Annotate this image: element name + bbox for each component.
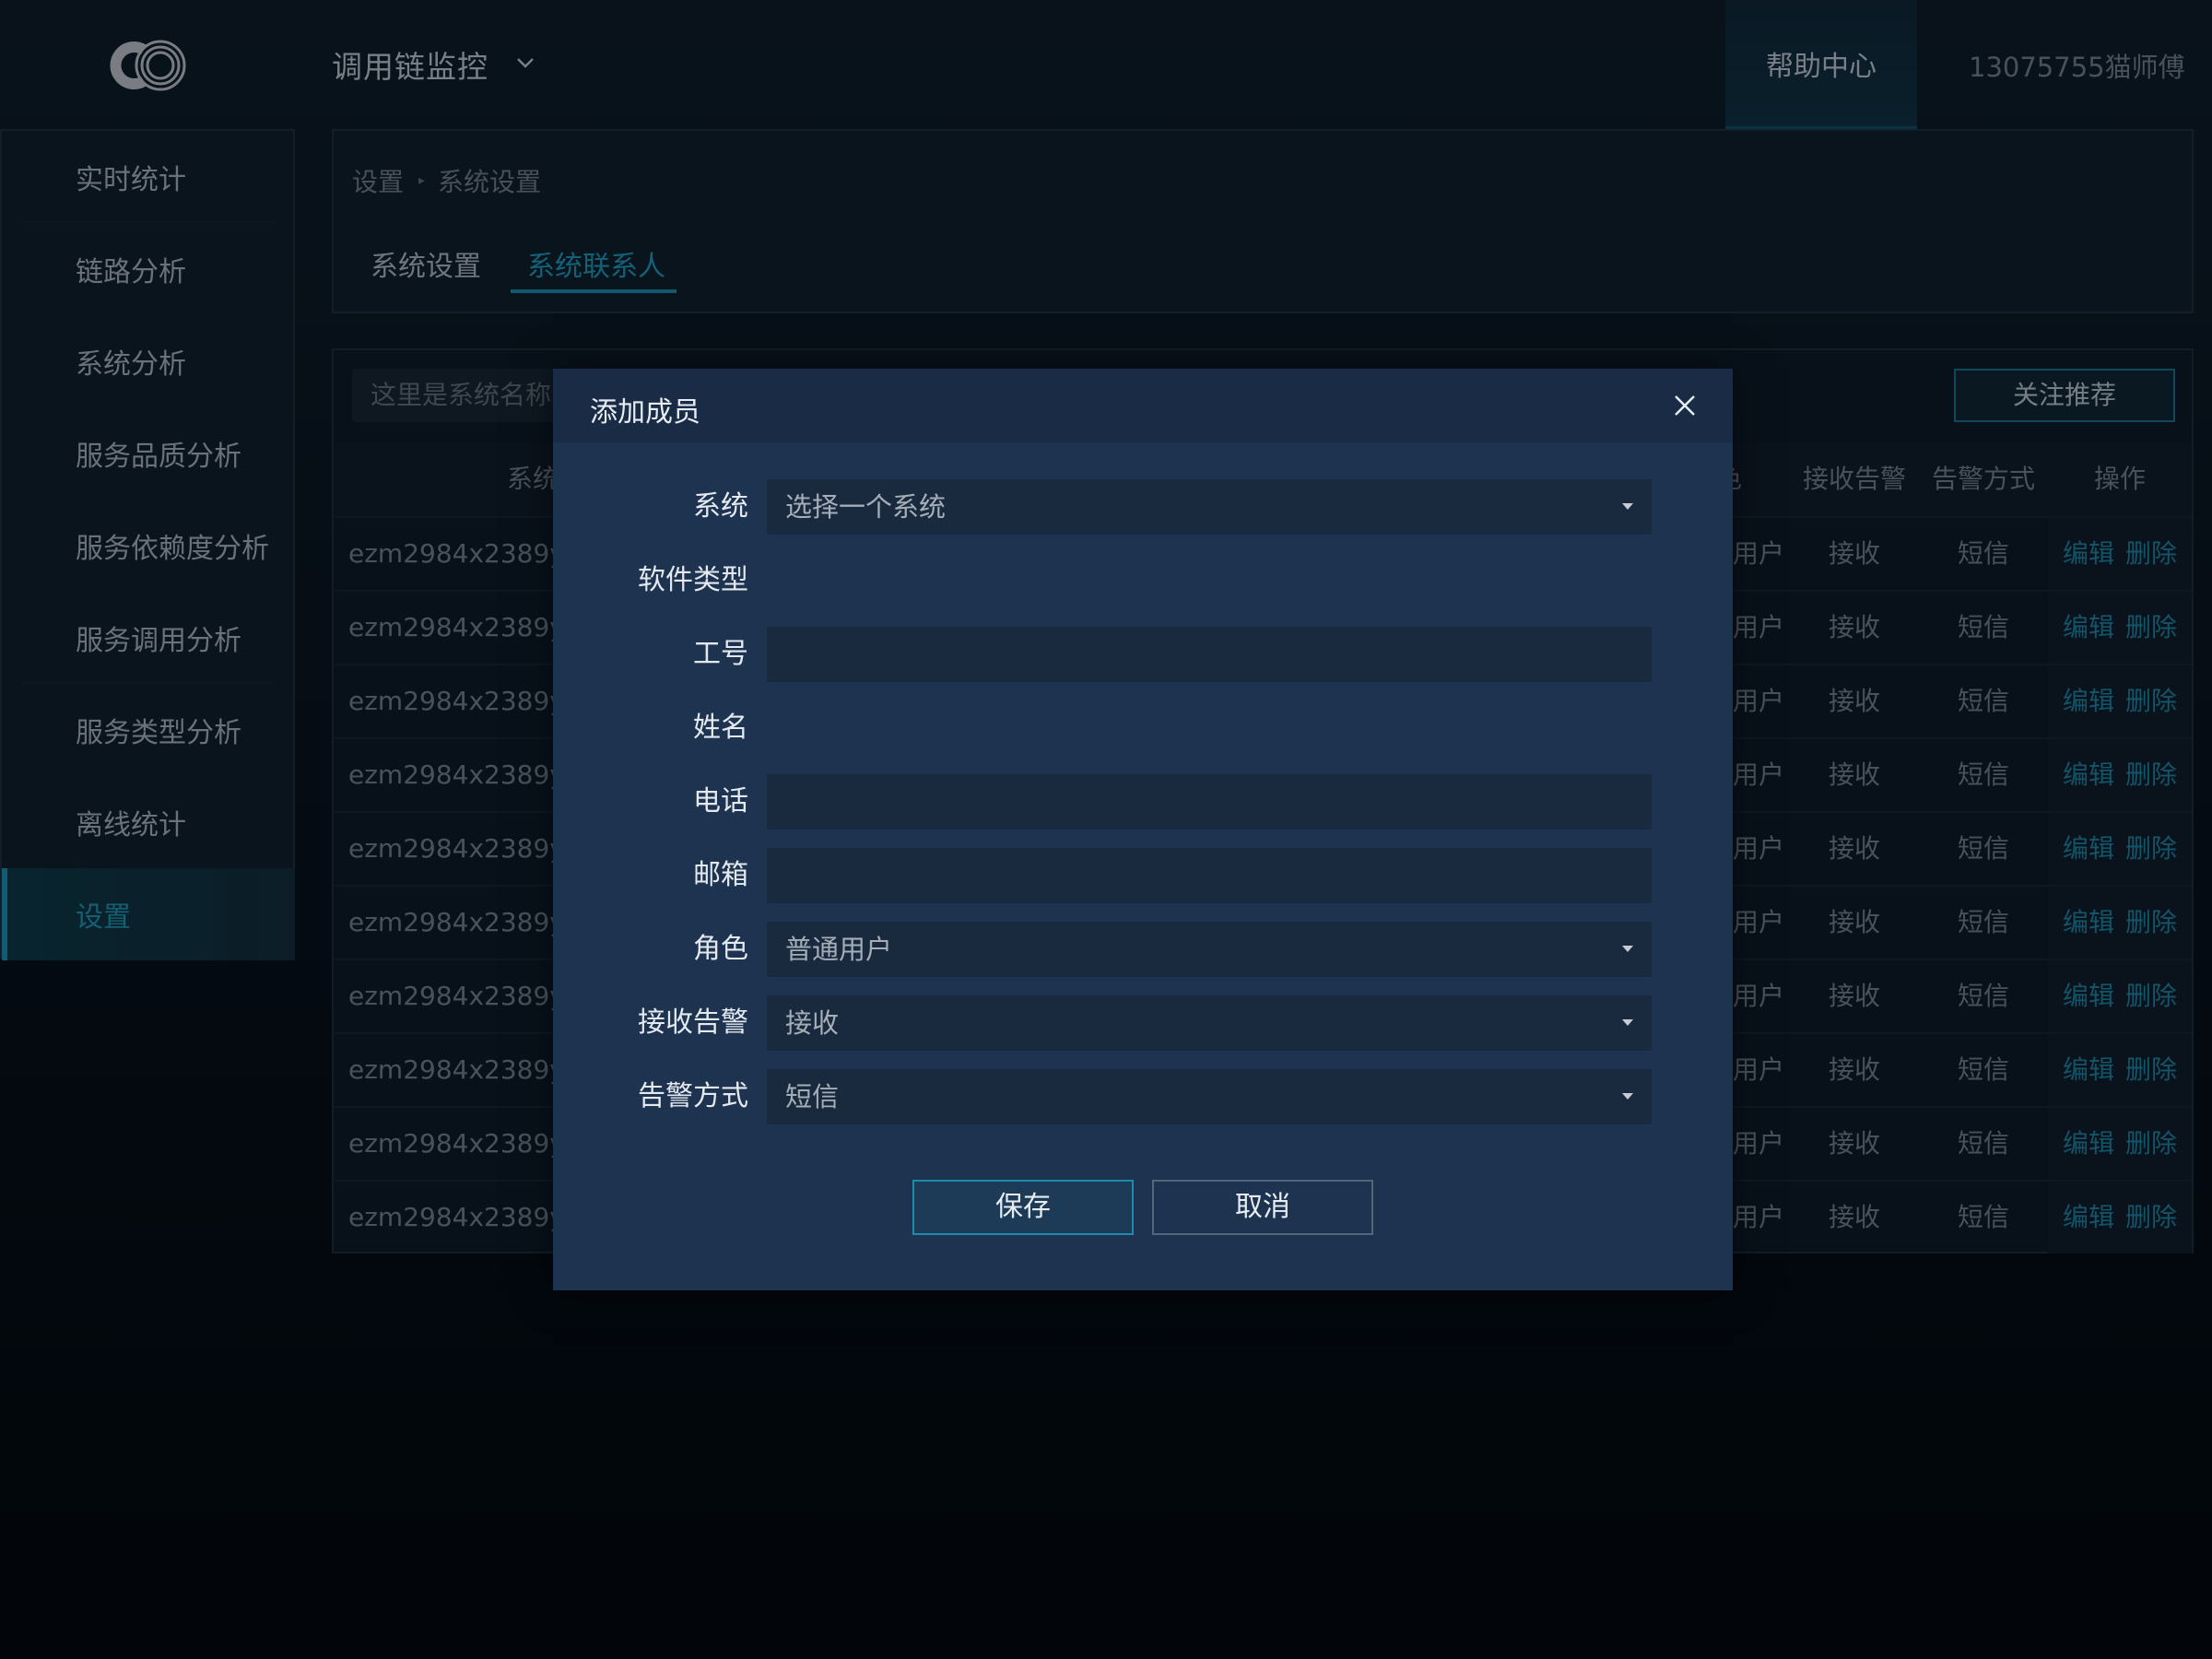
receive-alert-select[interactable]: 接收 xyxy=(767,995,1652,1051)
alert-method-select-value: 短信 xyxy=(785,1081,840,1112)
system-select[interactable]: 选择一个系统 xyxy=(767,479,1652,535)
close-icon[interactable] xyxy=(1666,387,1703,424)
field-label-employee-id: 工号 xyxy=(693,638,748,670)
receive-alert-select-value: 接收 xyxy=(785,1007,840,1039)
alert-method-select[interactable]: 短信 xyxy=(767,1069,1652,1124)
field-label-alert-method: 告警方式 xyxy=(638,1080,748,1112)
employee-id-field[interactable] xyxy=(767,627,1652,682)
role-select-value: 普通用户 xyxy=(785,934,893,965)
dialog-header: 添加成员 xyxy=(553,369,1733,442)
cancel-button[interactable]: 取消 xyxy=(1152,1180,1373,1235)
caret-down-icon xyxy=(1622,946,1633,952)
system-select-value: 选择一个系统 xyxy=(785,491,947,523)
caret-down-icon xyxy=(1622,503,1633,510)
email-field[interactable] xyxy=(767,848,1652,903)
add-member-dialog: 添加成员 系统 选择一个系统 软件类型 工号 姓名 电话 邮箱 角色 普通用户 … xyxy=(553,369,1733,1290)
caret-down-icon xyxy=(1622,1019,1633,1026)
field-label-email: 邮箱 xyxy=(693,859,748,891)
field-label-receive-alert: 接收告警 xyxy=(638,1006,748,1039)
field-label-phone: 电话 xyxy=(693,785,748,818)
save-button[interactable]: 保存 xyxy=(912,1180,1134,1235)
field-label-software-type: 软件类型 xyxy=(638,564,748,596)
field-label-system: 系统 xyxy=(693,490,748,523)
dialog-title: 添加成员 xyxy=(590,396,700,429)
caret-down-icon xyxy=(1622,1093,1633,1100)
field-label-role: 角色 xyxy=(693,933,748,965)
role-select[interactable]: 普通用户 xyxy=(767,922,1652,977)
field-label-name: 姓名 xyxy=(693,712,748,744)
phone-field[interactable] xyxy=(767,774,1652,830)
